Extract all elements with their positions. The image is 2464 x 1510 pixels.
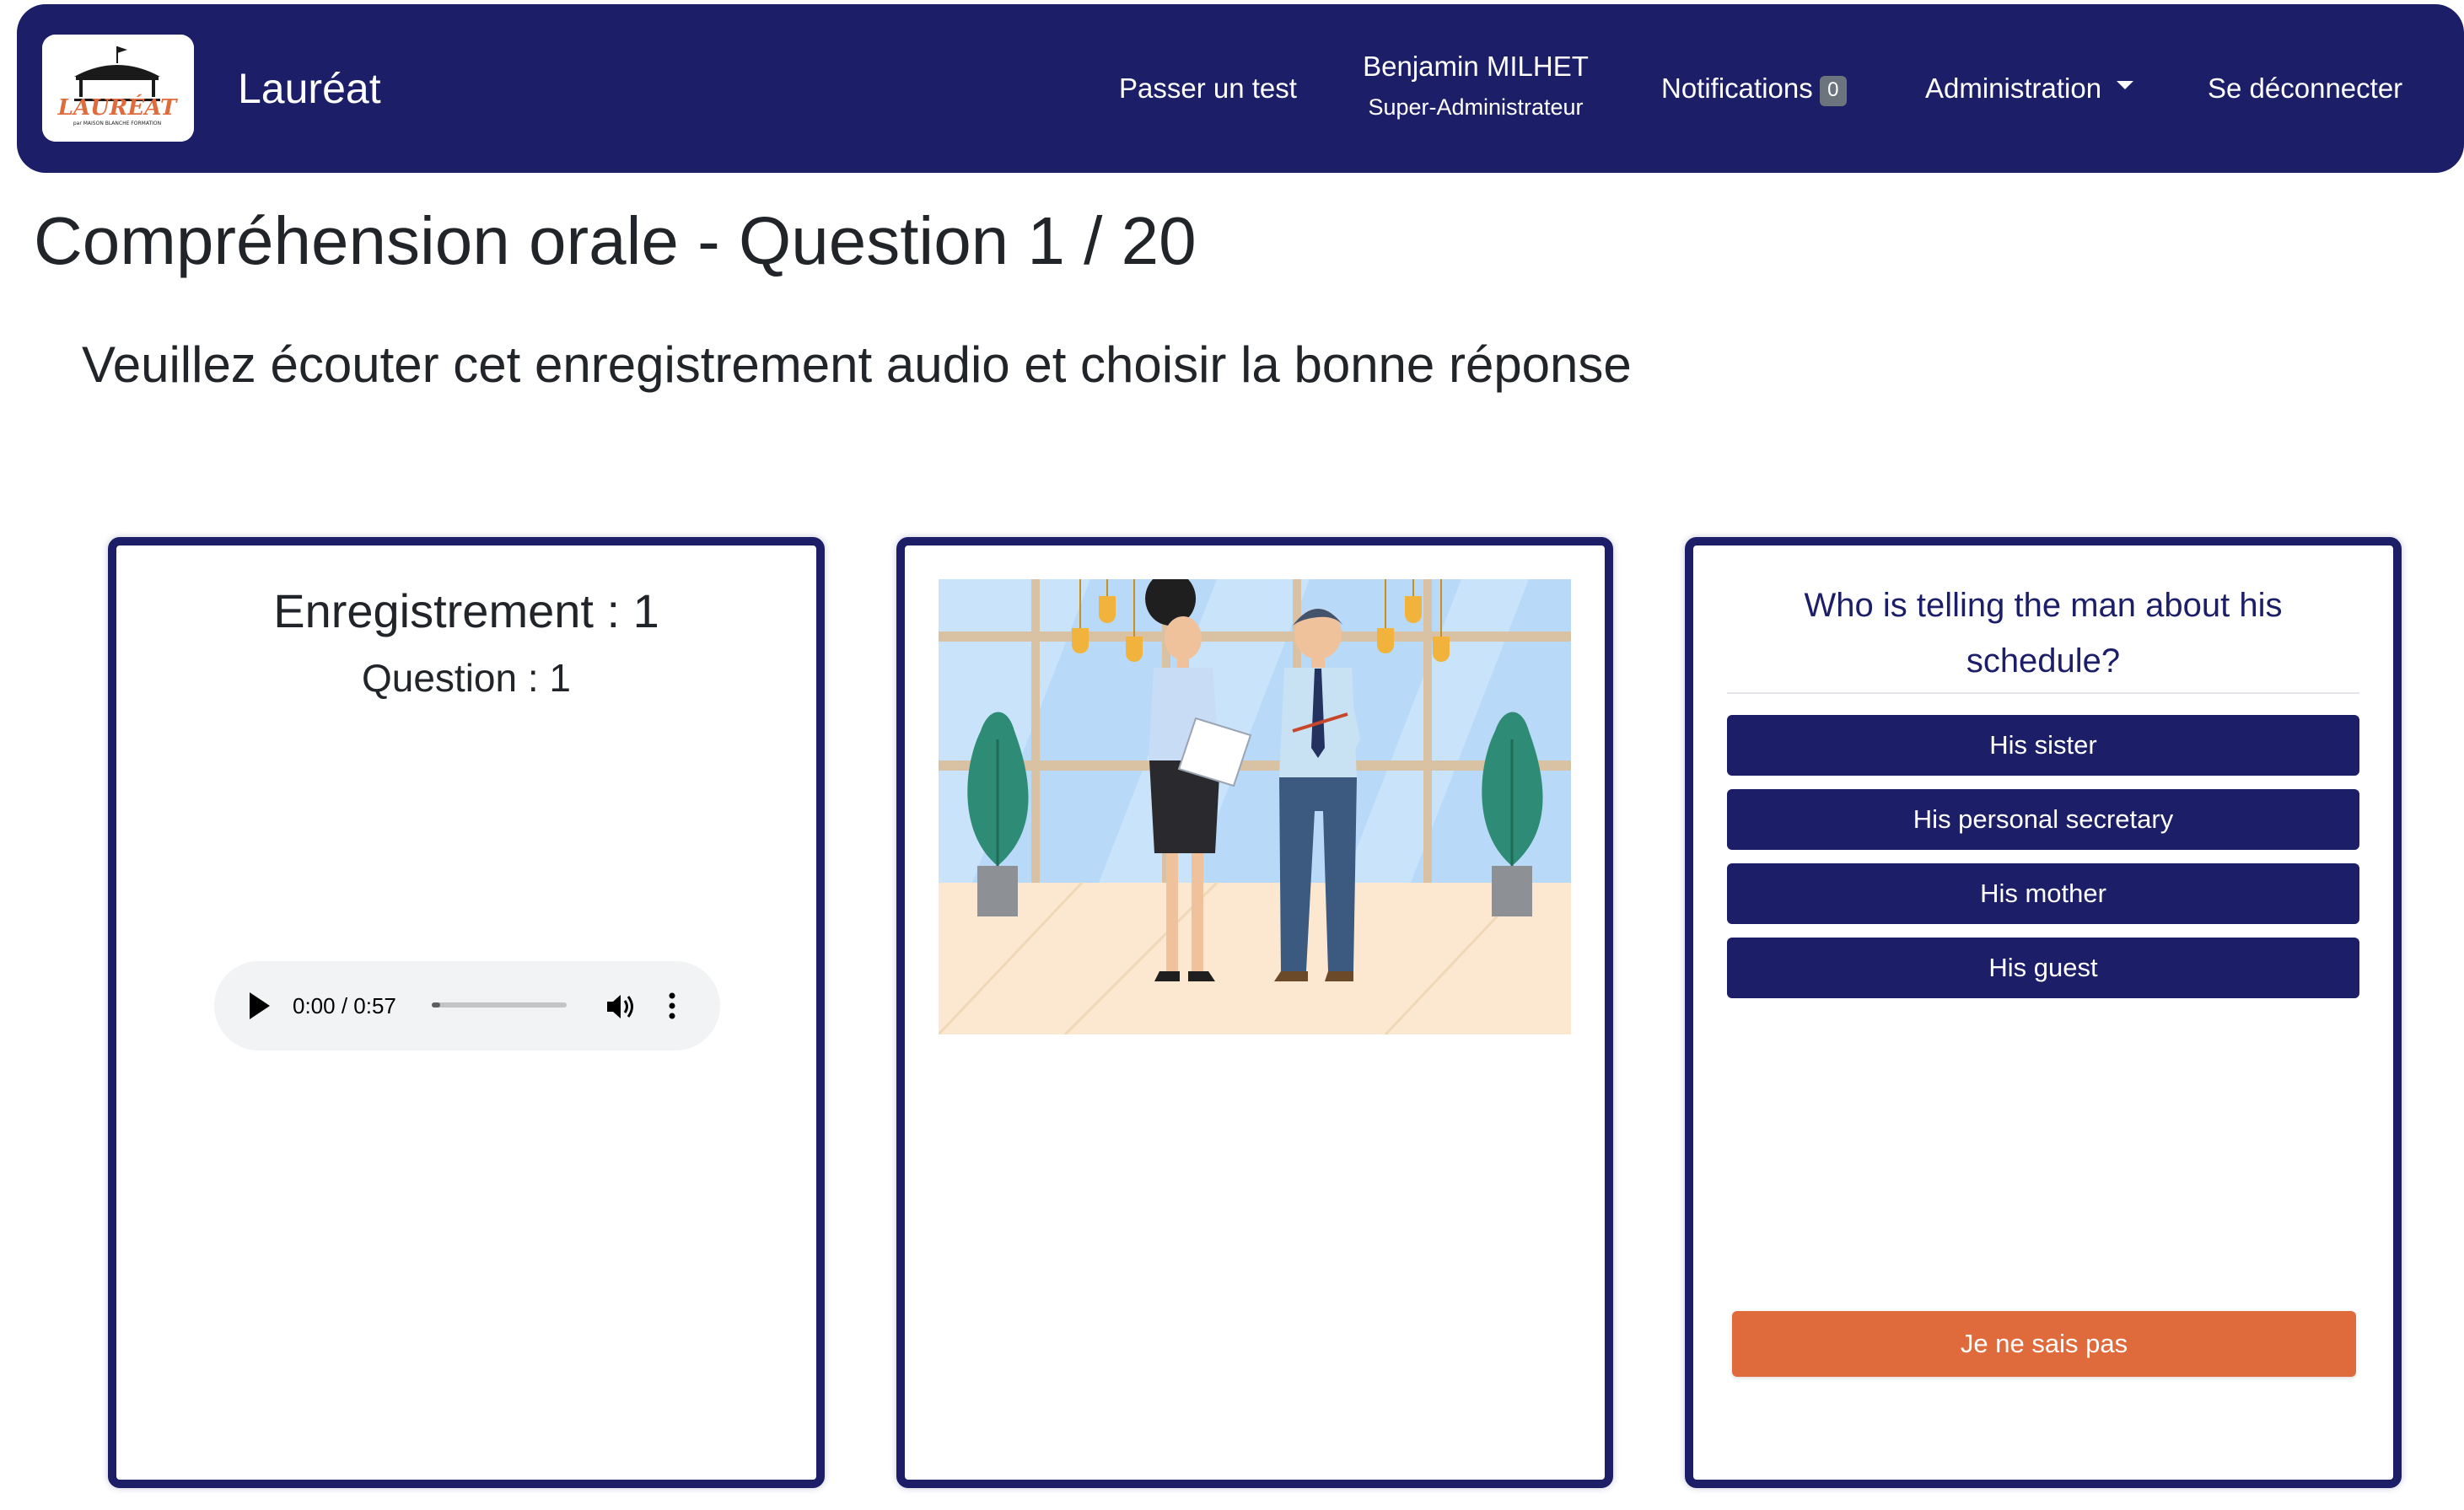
question-card: Who is telling the man about his schedul… — [1685, 537, 2402, 1488]
user-role: Super-Administrateur — [1368, 94, 1584, 120]
page-title: Compréhension orale - Question 1 / 20 — [34, 203, 1197, 278]
volume-icon[interactable] — [604, 990, 638, 1024]
svg-text:par MAISON BLANCHE FORMATION: par MAISON BLANCHE FORMATION — [73, 121, 161, 126]
audio-card: Enregistrement : 1 Question : 1 0:00 / 0… — [108, 537, 825, 1488]
answer-button[interactable]: His personal secretary — [1727, 789, 2359, 850]
more-options-icon[interactable] — [667, 991, 677, 1020]
user-info[interactable]: Benjamin MILHET Super-Administrateur — [1332, 48, 1619, 122]
recording-title: Enregistrement : 1 — [273, 584, 659, 637]
svg-text:LAURÉAT: LAURÉAT — [57, 94, 178, 121]
notifications-count-badge: 0 — [1819, 76, 1847, 106]
answer-button[interactable]: His mother — [1727, 863, 2359, 924]
answer-button[interactable]: His guest — [1727, 938, 2359, 998]
administration-label: Administration — [1925, 73, 2102, 104]
brand-name[interactable]: Lauréat — [238, 4, 381, 173]
take-test-link[interactable]: Passer un test — [1119, 4, 1297, 173]
audio-progress-fill — [432, 1002, 440, 1008]
user-name: Benjamin MILHET — [1363, 51, 1589, 82]
navbar: LAURÉAT par MAISON BLANCHE FORMATION Lau… — [17, 4, 2464, 173]
notifications-label: Notifications — [1661, 73, 1813, 104]
question-text: Who is telling the man about his schedul… — [1804, 587, 2283, 680]
caret-down-icon — [2117, 81, 2134, 89]
image-card — [896, 537, 1613, 1488]
audio-player: 0:00 / 0:57 — [214, 961, 720, 1051]
logo-graphic: LAURÉAT par MAISON BLANCHE FORMATION — [42, 35, 194, 142]
instruction-text: Veuillez écouter cet enregistrement audi… — [82, 336, 1632, 393]
audio-time: 0:00 / 0:57 — [293, 992, 396, 1018]
notifications-link[interactable]: Notifications 0 — [1661, 4, 1847, 173]
play-icon[interactable] — [250, 992, 270, 1019]
question-number: Question : 1 — [361, 656, 572, 700]
administration-dropdown[interactable]: Administration — [1925, 4, 2134, 173]
office-conversation-illustration — [939, 579, 1571, 1034]
laureat-logo[interactable]: LAURÉAT par MAISON BLANCHE FORMATION — [42, 35, 194, 142]
illustration-graphic — [939, 579, 1571, 1034]
answer-button[interactable]: His sister — [1727, 715, 2359, 776]
logout-link[interactable]: Se déconnecter — [2208, 4, 2402, 173]
audio-progress-bar[interactable] — [432, 1002, 567, 1008]
dont-know-button[interactable]: Je ne sais pas — [1732, 1311, 2356, 1377]
divider — [1727, 692, 2359, 694]
